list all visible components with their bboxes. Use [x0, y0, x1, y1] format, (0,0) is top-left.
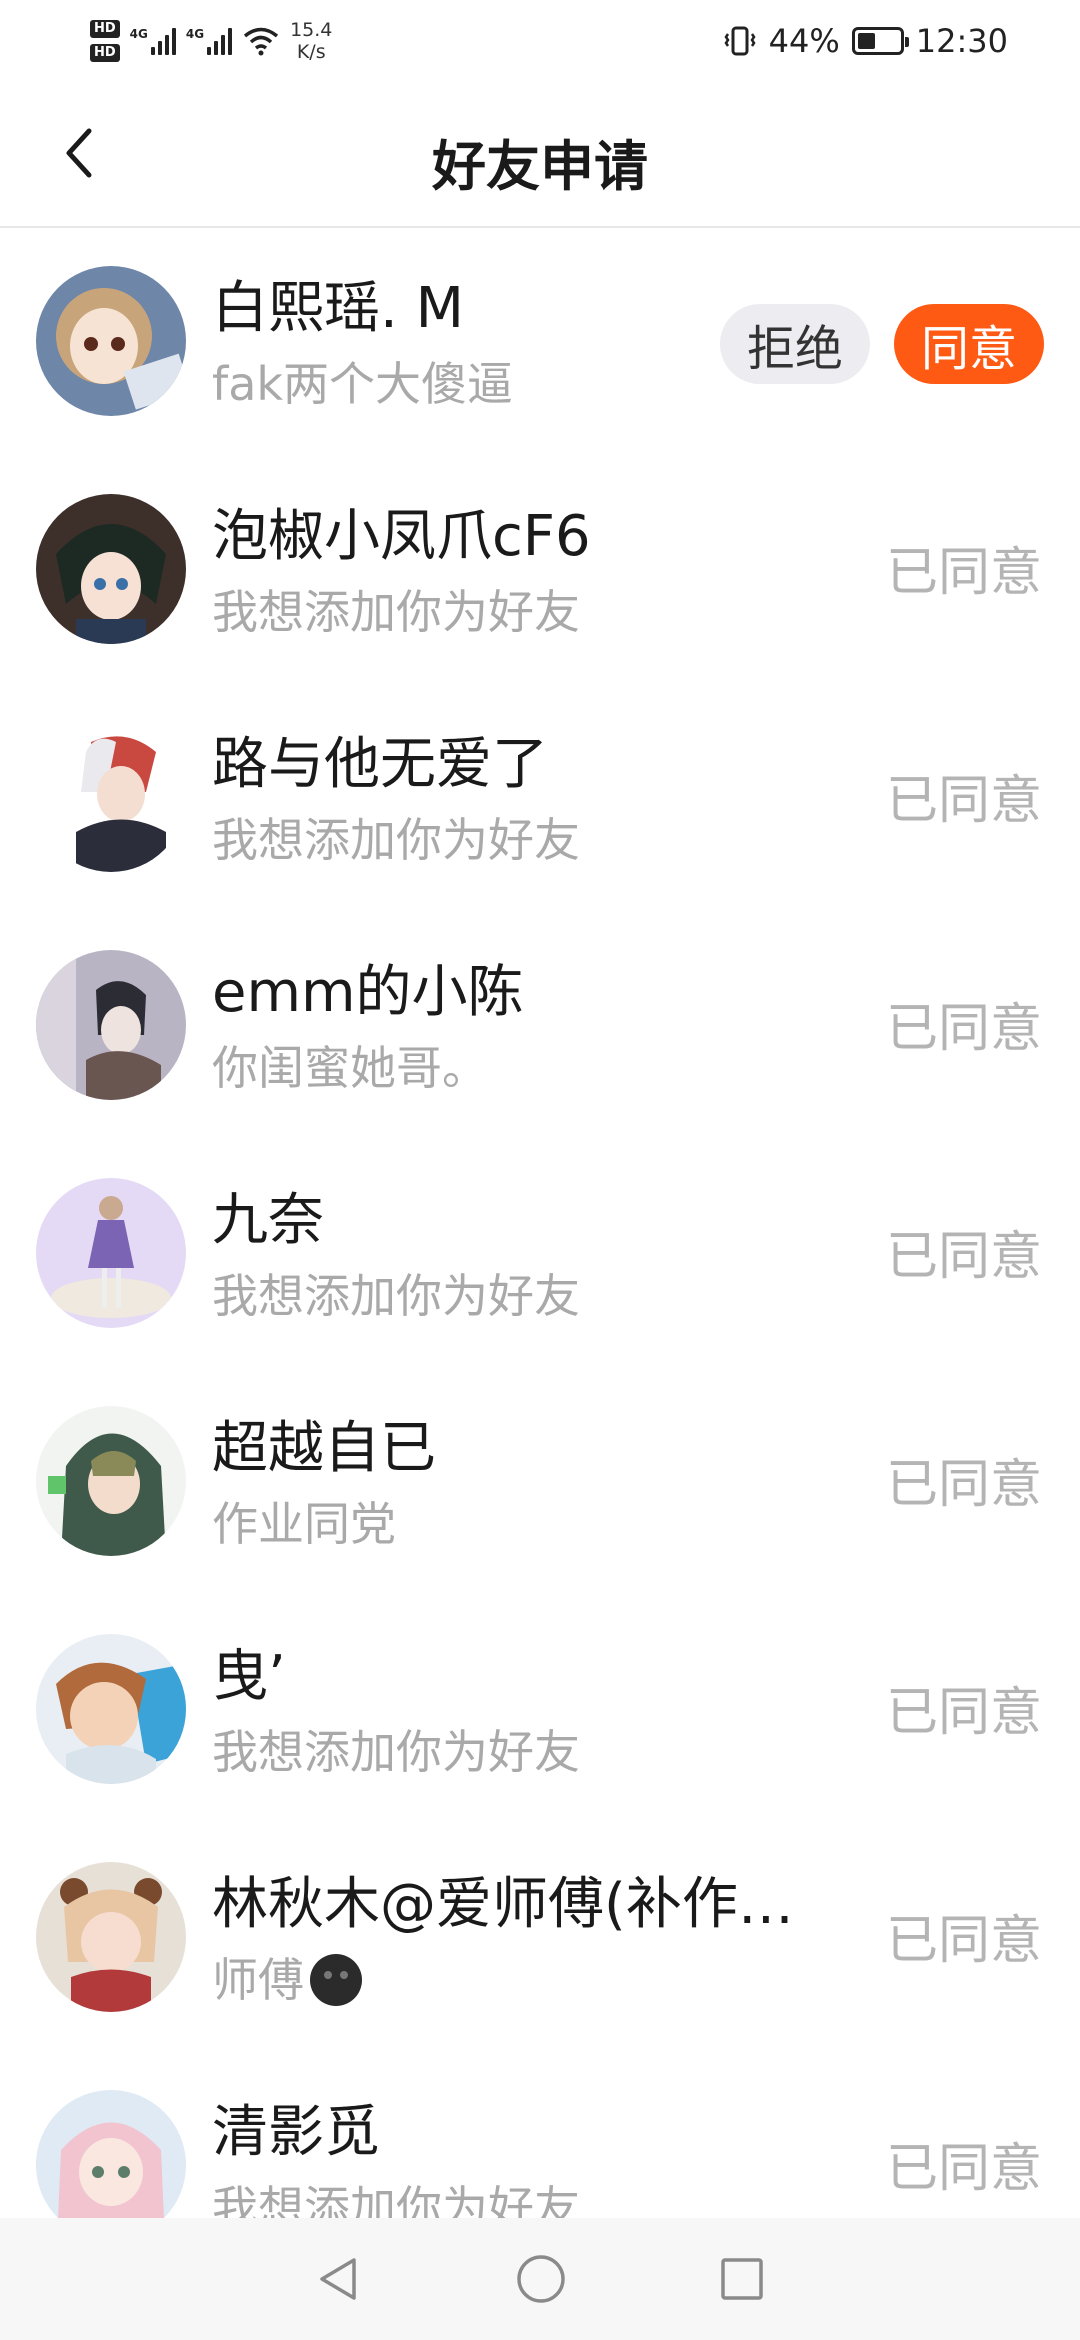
- system-nav-bar: [0, 2218, 1080, 2340]
- hd-indicators: HD HD: [90, 20, 120, 62]
- signal-bars-icon: [150, 27, 176, 55]
- request-row[interactable]: 超越自已 作业同党 已同意: [0, 1372, 1080, 1600]
- reject-button[interactable]: 拒绝: [720, 304, 870, 384]
- speed-value: 15.4: [290, 19, 333, 41]
- friend-request-list[interactable]: 白熙瑶. M fak两个大傻逼 拒绝 同意 泡椒小凤爪cF6 我想添加你为好友 …: [0, 232, 1080, 2284]
- hd-badge-1: HD: [90, 20, 120, 38]
- request-message-text: 作业同党: [212, 1497, 396, 1551]
- request-message-text: 师傅: [212, 1953, 304, 2007]
- request-row[interactable]: 白熙瑶. M fak两个大傻逼 拒绝 同意: [0, 232, 1080, 460]
- network-type-2: 4G: [185, 27, 205, 41]
- battery-fill: [857, 33, 876, 49]
- requester-name: 九奈: [212, 1188, 324, 1253]
- signal-2: 4G: [185, 27, 233, 55]
- request-message-text: 我想添加你为好友: [212, 813, 580, 867]
- request-message-text: 我想添加你为好友: [212, 585, 580, 639]
- requester-name: 清影觅: [212, 2100, 380, 2165]
- signal-1: 4G: [130, 27, 176, 55]
- request-status: 已同意: [885, 1911, 1042, 1971]
- request-row[interactable]: emm的小陈 你闺蜜她哥。 已同意: [0, 916, 1080, 1144]
- triangle-back-icon[interactable]: [314, 2254, 364, 2304]
- request-row[interactable]: 泡椒小凤爪cF6 我想添加你为好友 已同意: [0, 460, 1080, 688]
- request-message: 你闺蜜她哥。: [212, 1038, 832, 1098]
- request-status: 已同意: [885, 1455, 1042, 1515]
- request-status: 已同意: [885, 771, 1042, 831]
- request-message: 我想添加你为好友: [212, 582, 832, 642]
- request-status: 已同意: [885, 1227, 1042, 1287]
- clock: 12:30: [915, 22, 1008, 60]
- request-row[interactable]: 九奈 我想添加你为好友 已同意: [0, 1144, 1080, 1372]
- request-message-text: 我想添加你为好友: [212, 1269, 580, 1323]
- avatar[interactable]: [36, 1406, 186, 1556]
- network-speed: 15.4 K/s: [290, 19, 332, 63]
- app-header: 好友申请: [0, 82, 1080, 228]
- square-recents-icon[interactable]: [718, 2255, 766, 2303]
- request-message-text: 你闺蜜她哥。: [212, 1041, 488, 1095]
- request-message: 我想添加你为好友: [212, 810, 832, 870]
- friend-requests-screen: HD HD 4G 4G 15.4 K/s 44% 12:30 好友申请 白熙瑶.…: [0, 0, 1080, 2340]
- request-status: 已同意: [885, 1683, 1042, 1743]
- request-row[interactable]: 路与他无爱了 我想添加你为好友 已同意: [0, 688, 1080, 916]
- requester-name: 泡椒小凤爪cF6: [212, 504, 591, 569]
- request-row[interactable]: 林秋木@爱师傅(补作… 师傅 已同意: [0, 1828, 1080, 2056]
- avatar[interactable]: [36, 1178, 186, 1328]
- request-status: 已同意: [885, 999, 1042, 1059]
- request-message: 我想添加你为好友: [212, 1722, 832, 1782]
- speed-unit: K/s: [296, 41, 326, 63]
- battery-icon: [851, 27, 909, 55]
- hd-badge-2: HD: [90, 44, 120, 62]
- request-message: 作业同党: [212, 1494, 832, 1554]
- signal-bars-icon: [207, 27, 233, 55]
- avatar[interactable]: [36, 950, 186, 1100]
- request-message: 我想添加你为好友: [212, 1266, 832, 1326]
- status-bar: HD HD 4G 4G 15.4 K/s 44% 12:30: [0, 0, 1080, 82]
- network-type-1: 4G: [129, 27, 148, 41]
- request-status: 已同意: [885, 2139, 1042, 2199]
- requester-name: 超越自已: [212, 1416, 436, 1481]
- status-right: 44% 12:30: [723, 22, 1008, 60]
- requester-name: 曳’: [212, 1644, 286, 1709]
- request-row[interactable]: 曳’ 我想添加你为好友 已同意: [0, 1600, 1080, 1828]
- requester-name: 林秋木@爱师傅(补作…: [212, 1872, 794, 1937]
- requester-name: emm的小陈: [212, 960, 524, 1025]
- request-status: 已同意: [885, 543, 1042, 603]
- battery-percent: 44%: [768, 22, 840, 60]
- avatar[interactable]: [36, 1862, 186, 2012]
- wifi-icon: [243, 27, 279, 56]
- requester-name: 路与他无爱了: [212, 732, 548, 797]
- status-left: HD HD 4G 4G 15.4 K/s: [90, 19, 332, 63]
- vibrate-icon: [724, 26, 756, 56]
- request-message-text: fak两个大傻逼: [212, 357, 514, 411]
- avatar[interactable]: [36, 494, 186, 644]
- circle-home-icon[interactable]: [514, 2252, 568, 2306]
- accept-button[interactable]: 同意: [894, 304, 1044, 384]
- avatar[interactable]: [36, 266, 186, 416]
- request-message: 师傅: [212, 1950, 832, 2010]
- avatar[interactable]: [36, 722, 186, 872]
- request-message-text: 我想添加你为好友: [212, 1725, 580, 1779]
- avatar[interactable]: [36, 1634, 186, 1784]
- dark-smiley-emoji-icon: [310, 1954, 362, 2006]
- page-title: 好友申请: [432, 135, 648, 198]
